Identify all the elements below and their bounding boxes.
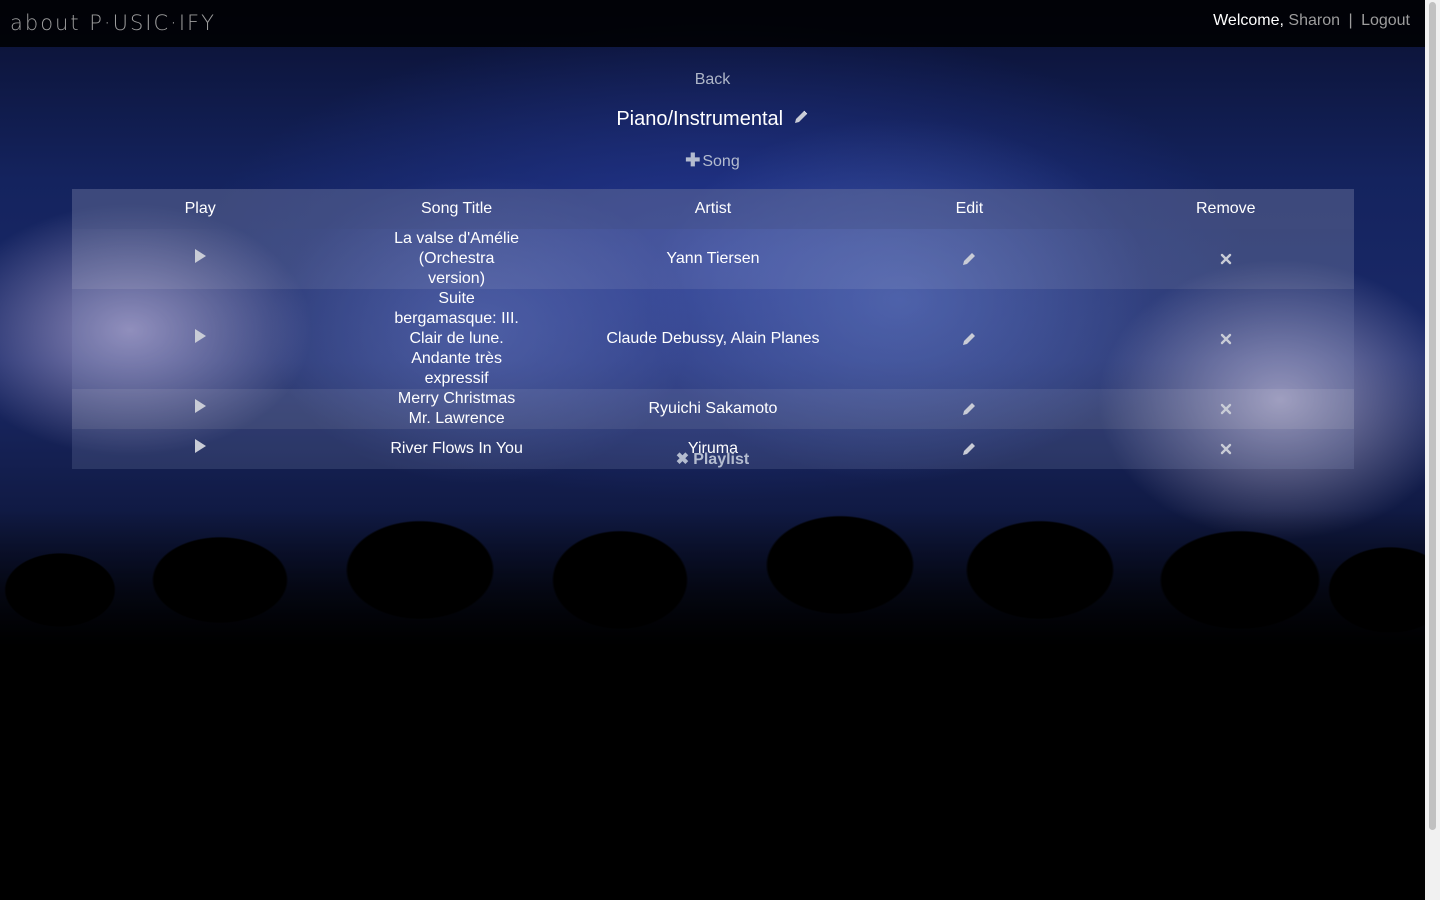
delete-playlist-button[interactable]: ✖ Playlist	[0, 449, 1425, 469]
table-row: Merry Christmas Mr. Lawrence Ryuichi Sak…	[72, 389, 1354, 429]
header-play: Play	[72, 189, 329, 229]
table-header-row: Play Song Title Artist Edit Remove	[72, 189, 1354, 229]
close-icon[interactable]	[1220, 250, 1232, 267]
remove-cell	[1097, 389, 1354, 429]
song-artist: Yann Tiersen	[584, 229, 842, 289]
play-icon[interactable]	[194, 329, 206, 343]
edit-cell	[841, 229, 1098, 289]
playlist-header: Piano/Instrumental	[0, 108, 1425, 131]
table-row: Suite bergamasque: III. Clair de lune. A…	[72, 289, 1354, 389]
play-cell	[72, 289, 329, 389]
remove-cell	[1097, 289, 1354, 389]
play-icon[interactable]	[194, 399, 206, 413]
table-row: La valse d'Amélie (Orchestra version) Ya…	[72, 229, 1354, 289]
add-song-label: Song	[702, 153, 740, 170]
pencil-icon[interactable]	[793, 108, 809, 131]
header-edit: Edit	[841, 189, 1098, 229]
delete-playlist-label: Playlist	[693, 451, 750, 468]
play-cell	[72, 229, 329, 289]
pencil-icon[interactable]	[961, 330, 977, 347]
add-song-button[interactable]: ✚ Song	[0, 150, 1425, 171]
playlist-title: Piano/Instrumental	[616, 108, 784, 130]
song-artist: Ryuichi Sakamoto	[584, 389, 842, 429]
song-title: Suite bergamasque: III. Clair de lune. A…	[328, 289, 585, 389]
logout-link[interactable]: Logout	[1361, 12, 1410, 29]
vertical-scrollbar[interactable]	[1425, 0, 1440, 900]
pencil-icon[interactable]	[961, 250, 977, 267]
play-cell	[72, 389, 329, 429]
song-title: La valse d'Amélie (Orchestra version)	[328, 229, 585, 289]
edit-cell	[841, 289, 1098, 389]
username-link[interactable]: Sharon	[1288, 12, 1340, 29]
header-artist: Artist	[584, 189, 842, 229]
user-menu: Welcome, Sharon | Logout	[1213, 12, 1410, 30]
close-icon[interactable]	[1220, 400, 1232, 417]
close-icon: ✖	[675, 451, 690, 468]
back-link[interactable]: Back	[695, 71, 731, 88]
plus-icon: ✚	[685, 150, 701, 170]
back-link-row: Back	[0, 71, 1425, 89]
edit-cell	[841, 389, 1098, 429]
crowd-silhouette	[0, 510, 1425, 900]
brand-logo[interactable]: about P·USIC·IFY	[10, 11, 216, 35]
song-artist: Claude Debussy, Alain Planes	[584, 289, 842, 389]
close-icon[interactable]	[1220, 330, 1232, 347]
pencil-icon[interactable]	[961, 400, 977, 417]
separator: |	[1348, 12, 1353, 29]
songs-table: Play Song Title Artist Edit Remove La va…	[72, 189, 1354, 469]
scrollbar-thumb[interactable]	[1429, 2, 1436, 830]
welcome-label: Welcome,	[1213, 12, 1284, 29]
remove-cell	[1097, 229, 1354, 289]
song-title: Merry Christmas Mr. Lawrence	[328, 389, 585, 429]
songs-table-container: Play Song Title Artist Edit Remove La va…	[72, 189, 1354, 469]
play-icon[interactable]	[194, 249, 206, 263]
navbar: about P·USIC·IFY Welcome, Sharon | Logou…	[0, 0, 1425, 47]
header-song-title: Song Title	[328, 189, 585, 229]
header-remove: Remove	[1097, 189, 1354, 229]
